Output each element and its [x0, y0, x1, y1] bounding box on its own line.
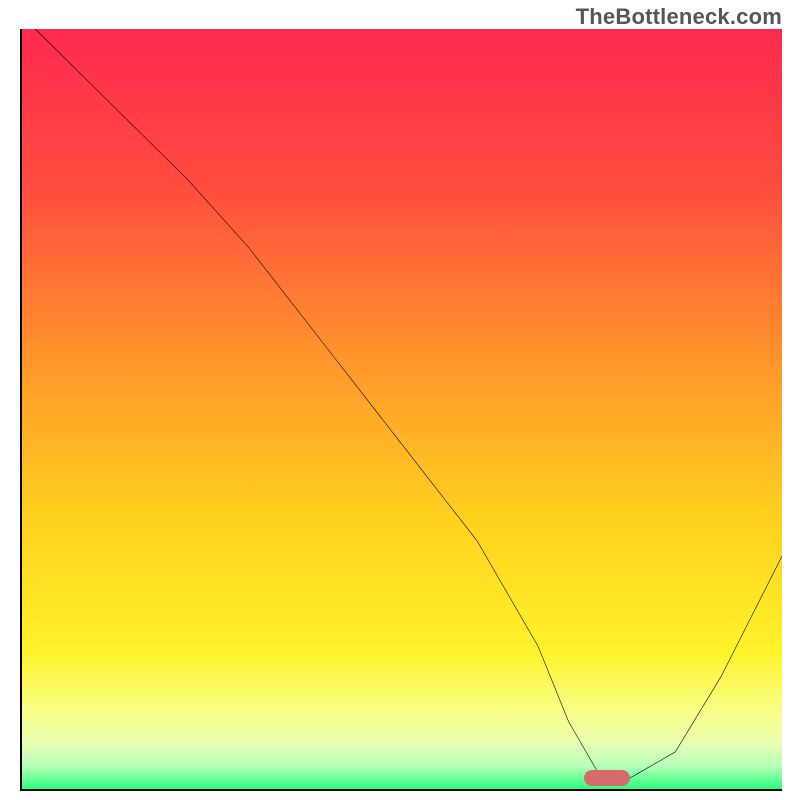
watermark-text: TheBottleneck.com: [576, 4, 782, 30]
chart-container: TheBottleneck.com: [0, 0, 800, 800]
optimal-marker: [584, 770, 630, 786]
bottleneck-curve: [20, 29, 782, 782]
plot-area: [20, 29, 782, 782]
